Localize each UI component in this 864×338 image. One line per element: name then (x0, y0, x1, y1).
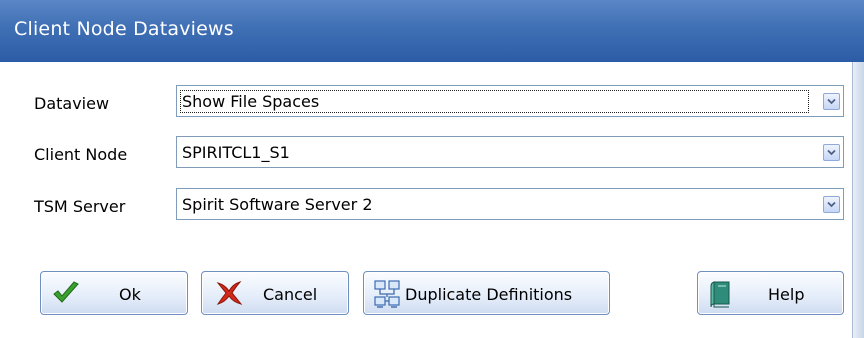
duplicate-definitions-button[interactable]: Duplicate Definitions (363, 271, 610, 315)
client-node-dropdown-button[interactable] (823, 144, 840, 161)
window-title: Client Node Dataviews (14, 18, 234, 40)
chevron-down-icon (827, 149, 836, 156)
ok-button-label: Ok (119, 285, 141, 304)
client-node-label: Client Node (34, 145, 128, 164)
help-button[interactable]: Help (697, 271, 844, 315)
network-computers-icon (374, 280, 400, 308)
client-node-select[interactable]: SPIRITCL1_S1 (176, 136, 844, 168)
dataview-dropdown-button[interactable] (823, 93, 840, 110)
tsm-server-select[interactable]: Spirit Software Server 2 (176, 188, 844, 220)
cancel-button-label: Cancel (263, 285, 318, 304)
tsm-server-dropdown-button[interactable] (823, 196, 840, 213)
cancel-button[interactable]: Cancel (201, 271, 349, 315)
title-bar[interactable]: Client Node Dataviews (0, 0, 864, 63)
checkmark-icon (53, 281, 79, 303)
chevron-down-icon (827, 98, 836, 105)
client-node-select-value: SPIRITCL1_S1 (182, 143, 290, 162)
ok-button[interactable]: Ok (40, 271, 188, 315)
book-icon (710, 281, 730, 308)
help-button-label: Help (768, 285, 805, 304)
tsm-server-label: TSM Server (34, 197, 126, 216)
tsm-server-select-value: Spirit Software Server 2 (182, 195, 373, 214)
red-x-icon (216, 281, 243, 305)
dataview-select-value: Show File Spaces (180, 90, 809, 113)
chevron-down-icon (827, 201, 836, 208)
dataview-select[interactable]: Show File Spaces (176, 85, 844, 117)
duplicate-definitions-button-label: Duplicate Definitions (405, 285, 573, 304)
window-border (852, 62, 864, 338)
dialog-window: Client Node Dataviews Dataview Show File… (0, 0, 864, 338)
dataview-label: Dataview (34, 94, 110, 113)
